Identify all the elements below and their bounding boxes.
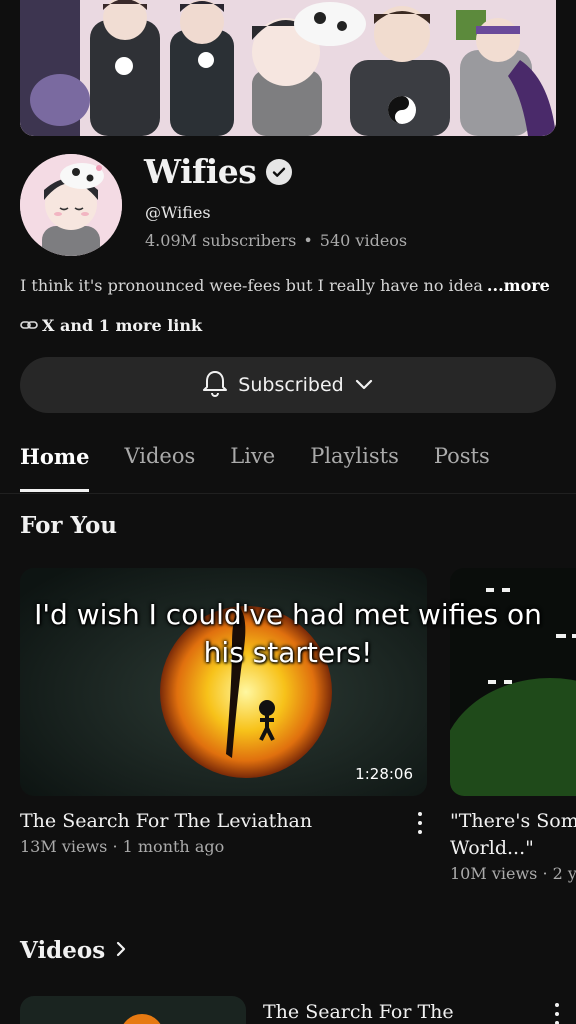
channel-banner	[20, 0, 556, 136]
check-icon	[266, 158, 293, 185]
more-link[interactable]: ...more	[487, 276, 550, 295]
video-thumbnail-list-first[interactable]	[20, 996, 246, 1024]
channel-links[interactable]: X and 1 more link	[20, 316, 202, 335]
videos-section-label: Videos	[20, 937, 106, 964]
video-list-title[interactable]: The Search For The	[263, 999, 454, 1024]
stats-separator: •	[303, 231, 313, 250]
video-count: 540 videos	[319, 231, 408, 250]
subscriber-count: 4.09M subscribers	[145, 231, 297, 250]
videos-section-title[interactable]: Videos	[20, 937, 127, 964]
channel-handle: @Wifies	[145, 203, 211, 222]
channel-avatar[interactable]	[20, 154, 122, 256]
for-you-title: For You	[20, 512, 118, 539]
chevron-right-icon	[115, 937, 127, 964]
channel-stats: 4.09M subscribers • 540 videos	[145, 231, 407, 250]
link-icon	[20, 316, 38, 335]
chevron-down-icon	[354, 374, 374, 396]
video-thumbnail-second[interactable]	[450, 568, 576, 796]
video-title-second-line2[interactable]: World..."	[450, 835, 534, 862]
video-title-second-line1[interactable]: "There's Some	[450, 808, 576, 835]
channel-tabs: Home Videos Live Playlists Posts	[20, 444, 525, 492]
links-label: X and 1 more link	[42, 316, 203, 335]
tab-videos[interactable]: Videos	[124, 444, 195, 492]
tabs-divider	[0, 493, 576, 494]
video-thumbnail-leviathan[interactable]: 1:28:06	[20, 568, 427, 796]
video-title[interactable]: The Search For The Leviathan	[20, 808, 312, 835]
channel-name-text: Wifies	[144, 152, 257, 191]
tab-playlists[interactable]: Playlists	[310, 444, 399, 492]
video-duration: 1:28:06	[355, 765, 413, 783]
tab-home[interactable]: Home	[20, 444, 90, 492]
channel-description[interactable]: I think it's pronounced wee-fees but I r…	[20, 276, 550, 295]
video-meta-second: 10M views · 2 ye	[450, 864, 576, 883]
channel-name: Wifies	[144, 152, 293, 191]
kebab-icon[interactable]	[554, 1003, 560, 1024]
kebab-icon[interactable]	[417, 812, 423, 834]
tab-live[interactable]: Live	[230, 444, 275, 492]
tab-posts[interactable]: Posts	[434, 444, 490, 492]
subscribed-button[interactable]: Subscribed	[20, 357, 556, 413]
video-meta: 13M views · 1 month ago	[20, 837, 225, 856]
bell-icon	[202, 369, 228, 402]
description-text: I think it's pronounced wee-fees but I r…	[20, 276, 483, 295]
subscribed-label: Subscribed	[238, 374, 344, 396]
